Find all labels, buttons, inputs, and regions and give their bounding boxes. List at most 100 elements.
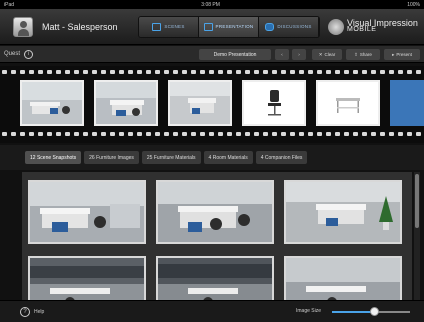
film-perforation [155, 70, 160, 74]
film-perforation [263, 70, 268, 74]
office-render-image [30, 182, 144, 242]
film-perforation [191, 132, 196, 136]
film-perforation [416, 132, 421, 136]
film-perforation [218, 132, 223, 136]
gallery-scrollbar[interactable] [414, 172, 420, 300]
share-label: Share [359, 52, 372, 57]
mode-presentation-button[interactable]: PRESENTATION [199, 16, 259, 37]
tab-scene-snapshots[interactable]: 12 Scene Snapshots [25, 151, 82, 164]
brand-icon [328, 18, 344, 35]
film-perforation [65, 132, 70, 136]
film-perforation [371, 132, 376, 136]
film-perforation [335, 70, 340, 74]
previous-button[interactable]: ‹ [275, 49, 289, 60]
film-perforation [110, 70, 115, 74]
film-perforation [308, 70, 313, 74]
film-perforation [227, 70, 232, 74]
presentation-filmstrip[interactable] [0, 66, 424, 143]
filmstrip-slide[interactable] [20, 80, 84, 126]
film-perforation [38, 132, 43, 136]
filmstrip-slide[interactable] [242, 80, 306, 126]
film-perforation [29, 70, 34, 74]
filmstrip-slide[interactable] [168, 80, 232, 126]
film-perforation [299, 132, 304, 136]
film-perforation [164, 70, 169, 74]
film-perforation [290, 70, 295, 74]
avatar[interactable] [13, 16, 33, 37]
tab-room-materials[interactable]: 4 Room Materials [203, 151, 253, 164]
filmstrip-slide[interactable] [94, 80, 158, 126]
film-perforation [317, 70, 322, 74]
film-perforation [2, 132, 7, 136]
mode-label: DISCUSSIONS [277, 24, 312, 29]
mode-discussions-button[interactable]: DISCUSSIONS [259, 16, 319, 37]
film-perforation [326, 70, 331, 74]
image-size-slider[interactable] [332, 307, 410, 316]
filmstrip-slide[interactable] [390, 80, 424, 126]
film-perforation [236, 70, 241, 74]
mode-label: PRESENTATION [215, 24, 254, 29]
film-perforations-top [0, 70, 424, 76]
film-perforation [299, 70, 304, 74]
scene-snapshot[interactable] [28, 256, 146, 300]
film-perforation [119, 132, 124, 136]
film-perforation [119, 70, 124, 74]
film-perforation [398, 132, 403, 136]
scene-snapshot[interactable] [284, 256, 402, 300]
film-perforation [47, 70, 52, 74]
help-label[interactable]: Help [34, 309, 44, 315]
scene-snapshot[interactable] [156, 256, 274, 300]
film-perforation [155, 132, 160, 136]
scene-snapshot[interactable] [284, 180, 402, 244]
film-perforation [137, 70, 142, 74]
mode-scenes-button[interactable]: SCENES [139, 16, 199, 37]
tab-furniture-materials[interactable]: 25 Furniture Materials [141, 151, 201, 164]
scene-snapshot[interactable] [156, 180, 274, 244]
username[interactable]: Matt - Salesperson [42, 22, 132, 32]
film-perforation [74, 132, 79, 136]
film-perforation [128, 132, 133, 136]
clear-button[interactable]: ✕ Clear [312, 49, 342, 60]
film-perforation [353, 132, 358, 136]
next-button[interactable]: › [292, 49, 306, 60]
film-perforation [182, 70, 187, 74]
office-scene-thumbnail [22, 82, 82, 124]
scrollbar-thumb[interactable] [415, 174, 419, 228]
film-perforation [137, 132, 142, 136]
filmstrip-slide[interactable] [316, 80, 380, 126]
tab-companion-files[interactable]: 4 Companion Files [255, 151, 308, 164]
mode-label: SCENES [164, 24, 185, 29]
film-perforation [344, 132, 349, 136]
film-perforation [83, 70, 88, 74]
slider-knob[interactable] [370, 307, 380, 316]
film-perforation [56, 132, 61, 136]
info-icon[interactable]: i [24, 49, 34, 59]
share-button[interactable]: ⇪ Share [346, 49, 380, 60]
present-button[interactable]: ▸ Present [384, 49, 420, 60]
office-scene-thumbnail [170, 82, 230, 124]
brand-logo: Visual Impression MOBILE [328, 18, 418, 35]
film-perforation [164, 132, 169, 136]
share-icon: ⇪ [354, 51, 358, 57]
film-perforation [416, 70, 421, 74]
help-icon[interactable]: ? [20, 306, 30, 317]
film-perforation [200, 70, 205, 74]
presentation-title[interactable]: Demo Presentation [199, 49, 271, 60]
image-size-label: Image Size [296, 308, 322, 314]
film-perforation [191, 70, 196, 74]
presentation-icon [203, 22, 213, 31]
film-perforation [200, 132, 205, 136]
film-perforation [308, 132, 313, 136]
presentation-toolbar: Quest i Demo Presentation ‹ › ✕ Clear ⇪ … [0, 46, 424, 63]
film-perforation [209, 70, 214, 74]
film-perforation [407, 132, 412, 136]
film-perforation [335, 132, 340, 136]
film-perforation [281, 132, 286, 136]
film-perforations-bottom [0, 132, 424, 138]
tab-furniture-images[interactable]: 26 Furniture Images [84, 151, 139, 164]
scene-snapshot[interactable] [28, 180, 146, 244]
film-perforation [380, 70, 385, 74]
status-battery: 100% [407, 1, 420, 8]
bottom-bar: ? Help Image Size [0, 300, 424, 322]
table-image-thumbnail [318, 82, 378, 124]
